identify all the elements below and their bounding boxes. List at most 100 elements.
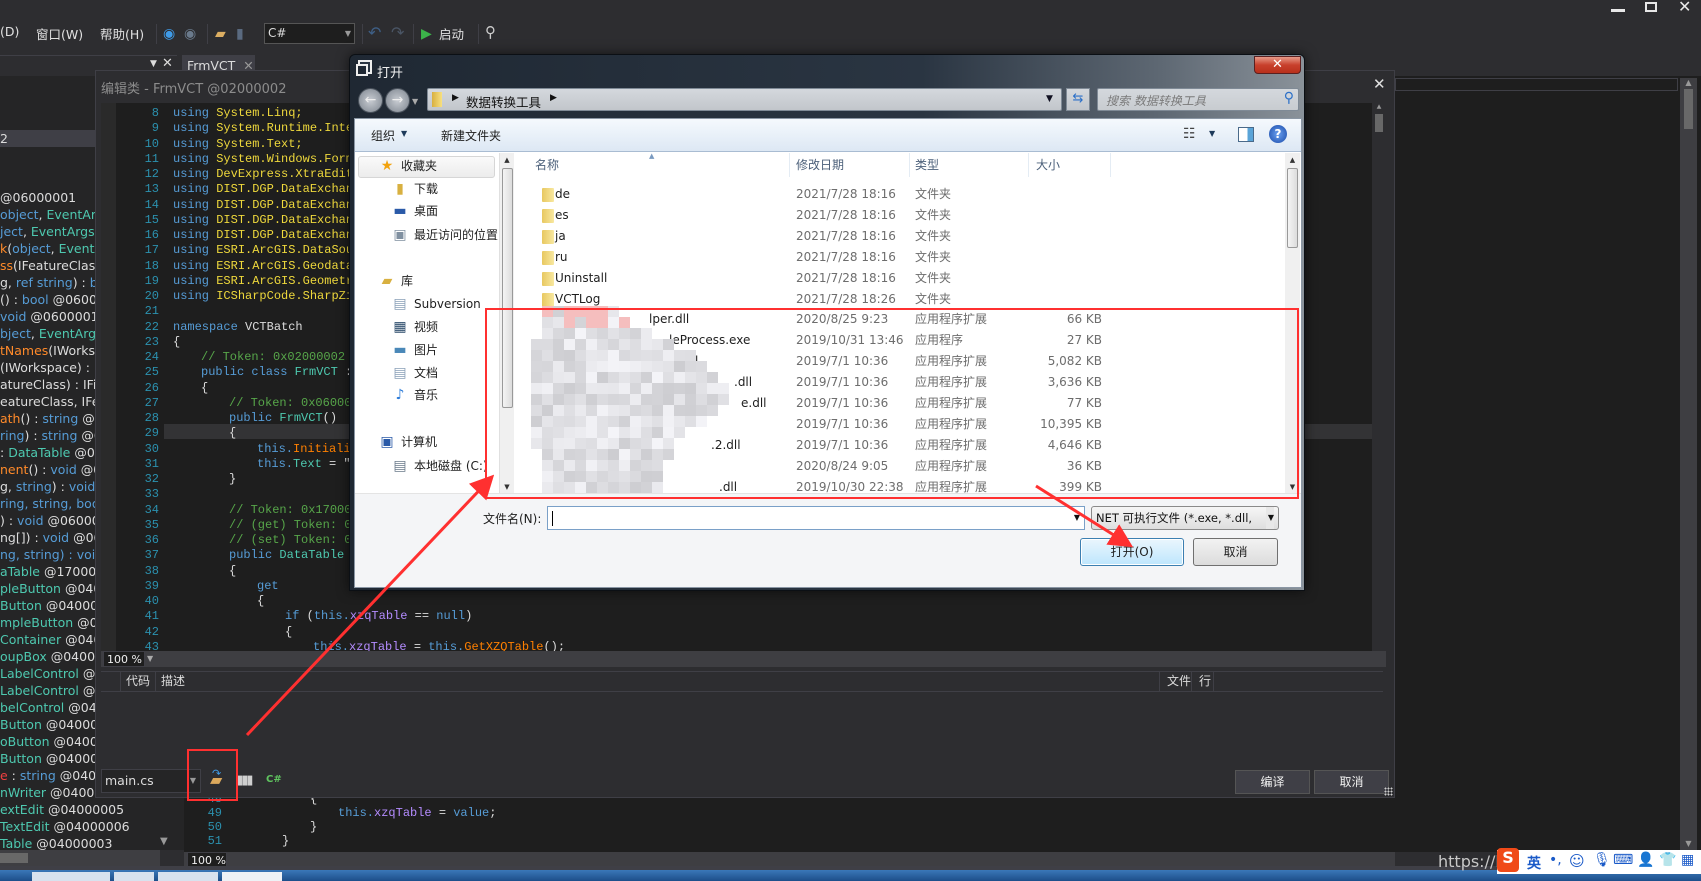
undo-icon[interactable]: ↶ (368, 25, 381, 41)
redo-icon[interactable]: ↷ (391, 25, 404, 41)
file-row[interactable]: ru 2021/7/28 18:16 文件夹 (515, 247, 1285, 268)
navigate-back-icon[interactable]: ◉ (163, 26, 175, 42)
scrollbar-thumb[interactable] (1375, 114, 1383, 132)
panel-close-icon[interactable]: ✕ (162, 56, 173, 71)
punctuation-icon[interactable]: •, (1549, 852, 1562, 868)
nav-item[interactable]: ▬ 桌面 (392, 202, 438, 220)
tree-horizontal-scrollbar[interactable] (0, 850, 160, 866)
column-name[interactable]: 名称 (535, 153, 559, 177)
column-type[interactable]: 类型 (915, 153, 939, 177)
tree-item[interactable]: TextEdit @04000006 (0, 818, 130, 835)
nav-item[interactable]: ▬ 图片 (392, 341, 438, 359)
file-row[interactable]: es 2021/7/28 18:16 文件夹 (515, 205, 1285, 226)
tree-item[interactable]: LabelControl @0 (0, 682, 103, 699)
tree-item[interactable]: 2 (0, 130, 8, 147)
tree-scroll-down-icon[interactable]: ▼ (160, 836, 168, 847)
taskbar-item[interactable] (158, 872, 218, 881)
error-col-description[interactable]: 描述 (161, 672, 185, 691)
cancel-button[interactable]: 取消 (1314, 770, 1389, 794)
tree-item[interactable]: ss(IFeatureClass, (0, 257, 106, 274)
tree-item[interactable]: void @0600001 (0, 308, 99, 325)
error-col-line[interactable]: 行 (1199, 672, 1211, 691)
tree-item[interactable]: LabelControl @0 (0, 665, 103, 682)
error-col-code[interactable]: 代码 (126, 672, 150, 691)
nav-item[interactable]: ▣ 计算机 (379, 433, 437, 451)
microphone-icon[interactable]: 🎙 (1593, 852, 1611, 868)
references-icon[interactable]: ▮▮▮ (236, 773, 254, 789)
tree-item[interactable]: bject, EventArgs) (0, 325, 107, 342)
open-folder-icon[interactable]: ▰ (215, 26, 226, 42)
nav-item[interactable]: ▣ 最近访问的位置 (392, 226, 498, 244)
breadcrumb-folder[interactable]: 数据转换工具 (466, 92, 541, 111)
toolbox-icon[interactable]: ▦ (1681, 852, 1694, 868)
tree-item[interactable]: Button @040000 (0, 716, 106, 733)
back-button[interactable]: ← (358, 88, 383, 113)
filename-input[interactable]: ▼ (547, 506, 1085, 530)
right-editor-navbar[interactable] (1395, 78, 1678, 91)
panel-dropdown-icon[interactable]: ▼ (150, 59, 157, 69)
save-all-icon[interactable]: ▮ (236, 26, 244, 42)
csharp-icon[interactable]: C# (266, 774, 282, 785)
filename-dropdown-icon[interactable]: ▼ (1074, 513, 1080, 522)
code-zoom-level[interactable]: 100 % (103, 651, 145, 667)
menu-help[interactable]: 帮助(H) (100, 24, 144, 43)
search-box[interactable]: 搜索 数据转换工具 ⚲ (1097, 88, 1299, 111)
right-editor-scrollbar[interactable]: ▲ ▼ (1680, 78, 1697, 850)
forward-button[interactable]: → (385, 88, 410, 113)
tree-item[interactable]: atureClass) : IFiel (0, 376, 108, 393)
navigation-pane[interactable]: ★ 收藏夹 ▮ 下载 ▬ 桌面 ▣ 最近访问的位置 ▰ 库 ▤ Subversion ▦ 视频 ▬ 图片 ▤ 文档… (355, 153, 499, 493)
tree-item[interactable]: : DataTable @06 (0, 444, 103, 461)
language-combo[interactable]: C# ▼ (264, 23, 355, 44)
window-close-button[interactable]: ✕ (1678, 0, 1691, 15)
tree-item[interactable]: tNames(IWorksp (0, 342, 103, 359)
nav-item[interactable]: ▤ 本地磁盘 (C:) (392, 457, 487, 475)
keyboard-icon[interactable]: ⌨ (1613, 852, 1633, 868)
nav-item[interactable]: ★ 收藏夹 (379, 157, 437, 175)
nav-item[interactable]: ▤ 文档 (392, 364, 438, 382)
nav-item[interactable]: ▮ 下载 (392, 180, 438, 198)
column-date[interactable]: 修改日期 (796, 153, 844, 177)
file-row[interactable]: Uninstall 2021/7/28 18:16 文件夹 (515, 268, 1285, 289)
taskbar-item[interactable] (114, 872, 154, 881)
start-icon[interactable]: ▶ (421, 26, 432, 42)
nav-item[interactable]: ▦ 视频 (392, 318, 438, 336)
tree-item[interactable]: ng, string) : void (0, 546, 103, 563)
scroll-up-icon[interactable]: ▲ (1372, 103, 1386, 112)
ime-toolbar[interactable]: S 英 •, ☺ 🎙 ⌨ 👤 👕 ▦ (1497, 848, 1701, 874)
skin-icon[interactable]: 👕 (1659, 852, 1676, 868)
file-type-filter[interactable]: NET 可执行文件 (*.exe, *.dll, ▼ (1091, 506, 1279, 530)
emoji-icon[interactable]: ☺ (1569, 852, 1585, 870)
column-size[interactable]: 大小 (1036, 153, 1060, 177)
scroll-up-icon[interactable]: ▲ (1680, 78, 1697, 87)
scrollbar-thumb[interactable] (1684, 89, 1693, 129)
refresh-button[interactable]: ⇆ (1066, 88, 1090, 111)
error-col-file[interactable]: 文件 (1167, 672, 1191, 691)
address-dropdown-icon[interactable]: ▼ (1046, 94, 1053, 104)
menu-debug[interactable]: (D) (0, 24, 19, 39)
code-hscroll-bar[interactable]: 100 % ▼ (101, 651, 1386, 667)
tree-item[interactable]: @06000001 (0, 189, 76, 206)
tree-item[interactable]: ject, EventArgs) (0, 223, 100, 240)
tree-item[interactable]: (IWorkspace) : Li (0, 359, 104, 376)
new-folder-button[interactable]: 新建文件夹 (441, 127, 501, 144)
tree-item[interactable]: Table @04000003 (0, 835, 112, 850)
view-options-icon[interactable]: ☷ (1183, 126, 1196, 142)
tree-item[interactable]: () : bool @06000 (0, 291, 105, 308)
view-dropdown-icon[interactable]: ▼ (1209, 129, 1215, 138)
file-row[interactable]: de 2021/7/28 18:16 文件夹 (515, 184, 1285, 205)
taskbar-item[interactable] (32, 872, 110, 881)
scroll-up-icon[interactable]: ▲ (500, 156, 514, 164)
user-icon[interactable]: 👤 (1637, 852, 1654, 868)
ime-language-toggle[interactable]: 英 (1527, 853, 1541, 873)
zoom-dropdown-icon[interactable]: ▼ (147, 654, 153, 663)
taskbar-item[interactable] (222, 872, 282, 881)
help-icon[interactable]: ? (1269, 125, 1287, 143)
tree-item[interactable]: Button @04000 (0, 597, 98, 614)
nav-item[interactable]: ♪ 音乐 (392, 386, 438, 404)
window-minimize-button[interactable] (1611, 2, 1625, 12)
tree-item[interactable]: ring, string, bool (0, 495, 103, 512)
nav-item[interactable]: ▤ Subversion (392, 295, 480, 313)
resize-grip-icon[interactable] (1384, 787, 1393, 796)
open-button[interactable]: 打开(O) (1080, 538, 1184, 566)
tree-item[interactable]: object, EventArg (0, 206, 104, 223)
